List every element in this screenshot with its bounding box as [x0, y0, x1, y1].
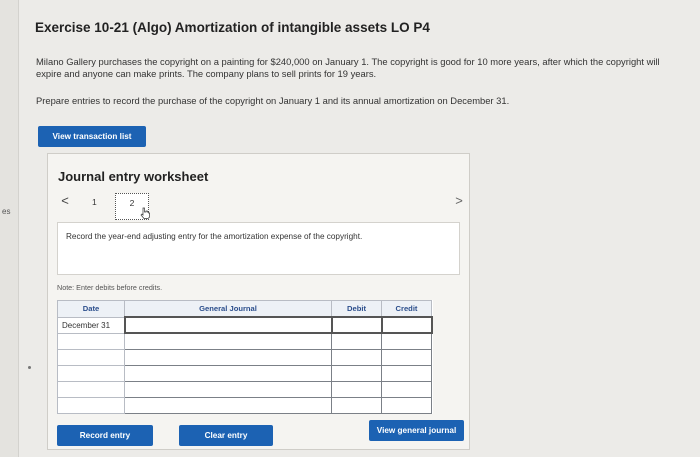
debit-input[interactable]: [331, 348, 382, 366]
date-cell: [57, 348, 125, 366]
account-input[interactable]: [123, 316, 333, 334]
debit-column-header: Debit: [331, 300, 382, 318]
date-cell: [57, 364, 125, 382]
credit-input[interactable]: [381, 364, 432, 382]
account-input[interactable]: [124, 348, 332, 366]
table-row: [57, 396, 432, 414]
bullet-dot: [28, 366, 31, 369]
debit-input[interactable]: [331, 380, 382, 398]
next-page-chevron-icon[interactable]: >: [452, 194, 466, 208]
credit-input[interactable]: [381, 380, 432, 398]
account-input[interactable]: [124, 332, 332, 350]
journal-entry-table: Date General Journal Debit Credit Decemb…: [57, 300, 433, 414]
hand-cursor-icon: [140, 207, 150, 219]
worksheet-title: Journal entry worksheet: [58, 169, 209, 184]
debit-input[interactable]: [330, 316, 383, 334]
exercise-title: Exercise 10-21 (Algo) Amortization of in…: [35, 20, 430, 35]
account-input[interactable]: [124, 380, 332, 398]
task-instruction-box: Record the year-end adjusting entry for …: [57, 222, 460, 275]
record-entry-button[interactable]: Record entry: [57, 425, 153, 446]
debit-input[interactable]: [331, 364, 382, 382]
worksheet-page-1-tab[interactable]: 1: [92, 197, 97, 207]
date-cell: [57, 332, 125, 350]
debit-credit-note: Note: Enter debits before credits.: [57, 283, 163, 292]
date-cell: December 31: [57, 316, 125, 334]
general-journal-column-header: General Journal: [124, 300, 332, 318]
problem-description: Milano Gallery purchases the copyright o…: [36, 56, 660, 79]
problem-instruction: Prepare entries to record the purchase o…: [36, 95, 510, 106]
debit-input[interactable]: [331, 332, 382, 350]
credit-input[interactable]: [381, 348, 432, 366]
journal-entry-worksheet-panel: Journal entry worksheet < 1 2 > Record t…: [47, 153, 470, 450]
view-general-journal-button[interactable]: View general journal: [369, 420, 464, 441]
credit-column-header: Credit: [381, 300, 432, 318]
table-row: December 31: [57, 316, 433, 334]
date-cell: [57, 380, 125, 398]
date-column-header: Date: [57, 300, 125, 318]
table-row: [57, 364, 432, 382]
table-row: [57, 348, 432, 366]
credit-input[interactable]: [381, 332, 432, 350]
table-header-row: Date General Journal Debit Credit: [57, 300, 432, 318]
clear-entry-button[interactable]: Clear entry: [179, 425, 273, 446]
date-cell: [57, 396, 125, 414]
credit-input[interactable]: [381, 396, 432, 414]
table-row: [57, 332, 432, 350]
left-panel-partial-text: es: [2, 207, 11, 216]
account-input[interactable]: [124, 364, 332, 382]
prev-page-chevron-icon[interactable]: <: [58, 194, 72, 208]
credit-input[interactable]: [380, 316, 433, 334]
table-row: [57, 380, 432, 398]
left-side-panel: [0, 0, 19, 457]
account-input[interactable]: [124, 396, 332, 414]
view-transaction-list-button[interactable]: View transaction list: [38, 126, 146, 147]
task-instruction-text: Record the year-end adjusting entry for …: [66, 232, 363, 241]
debit-input[interactable]: [331, 396, 382, 414]
